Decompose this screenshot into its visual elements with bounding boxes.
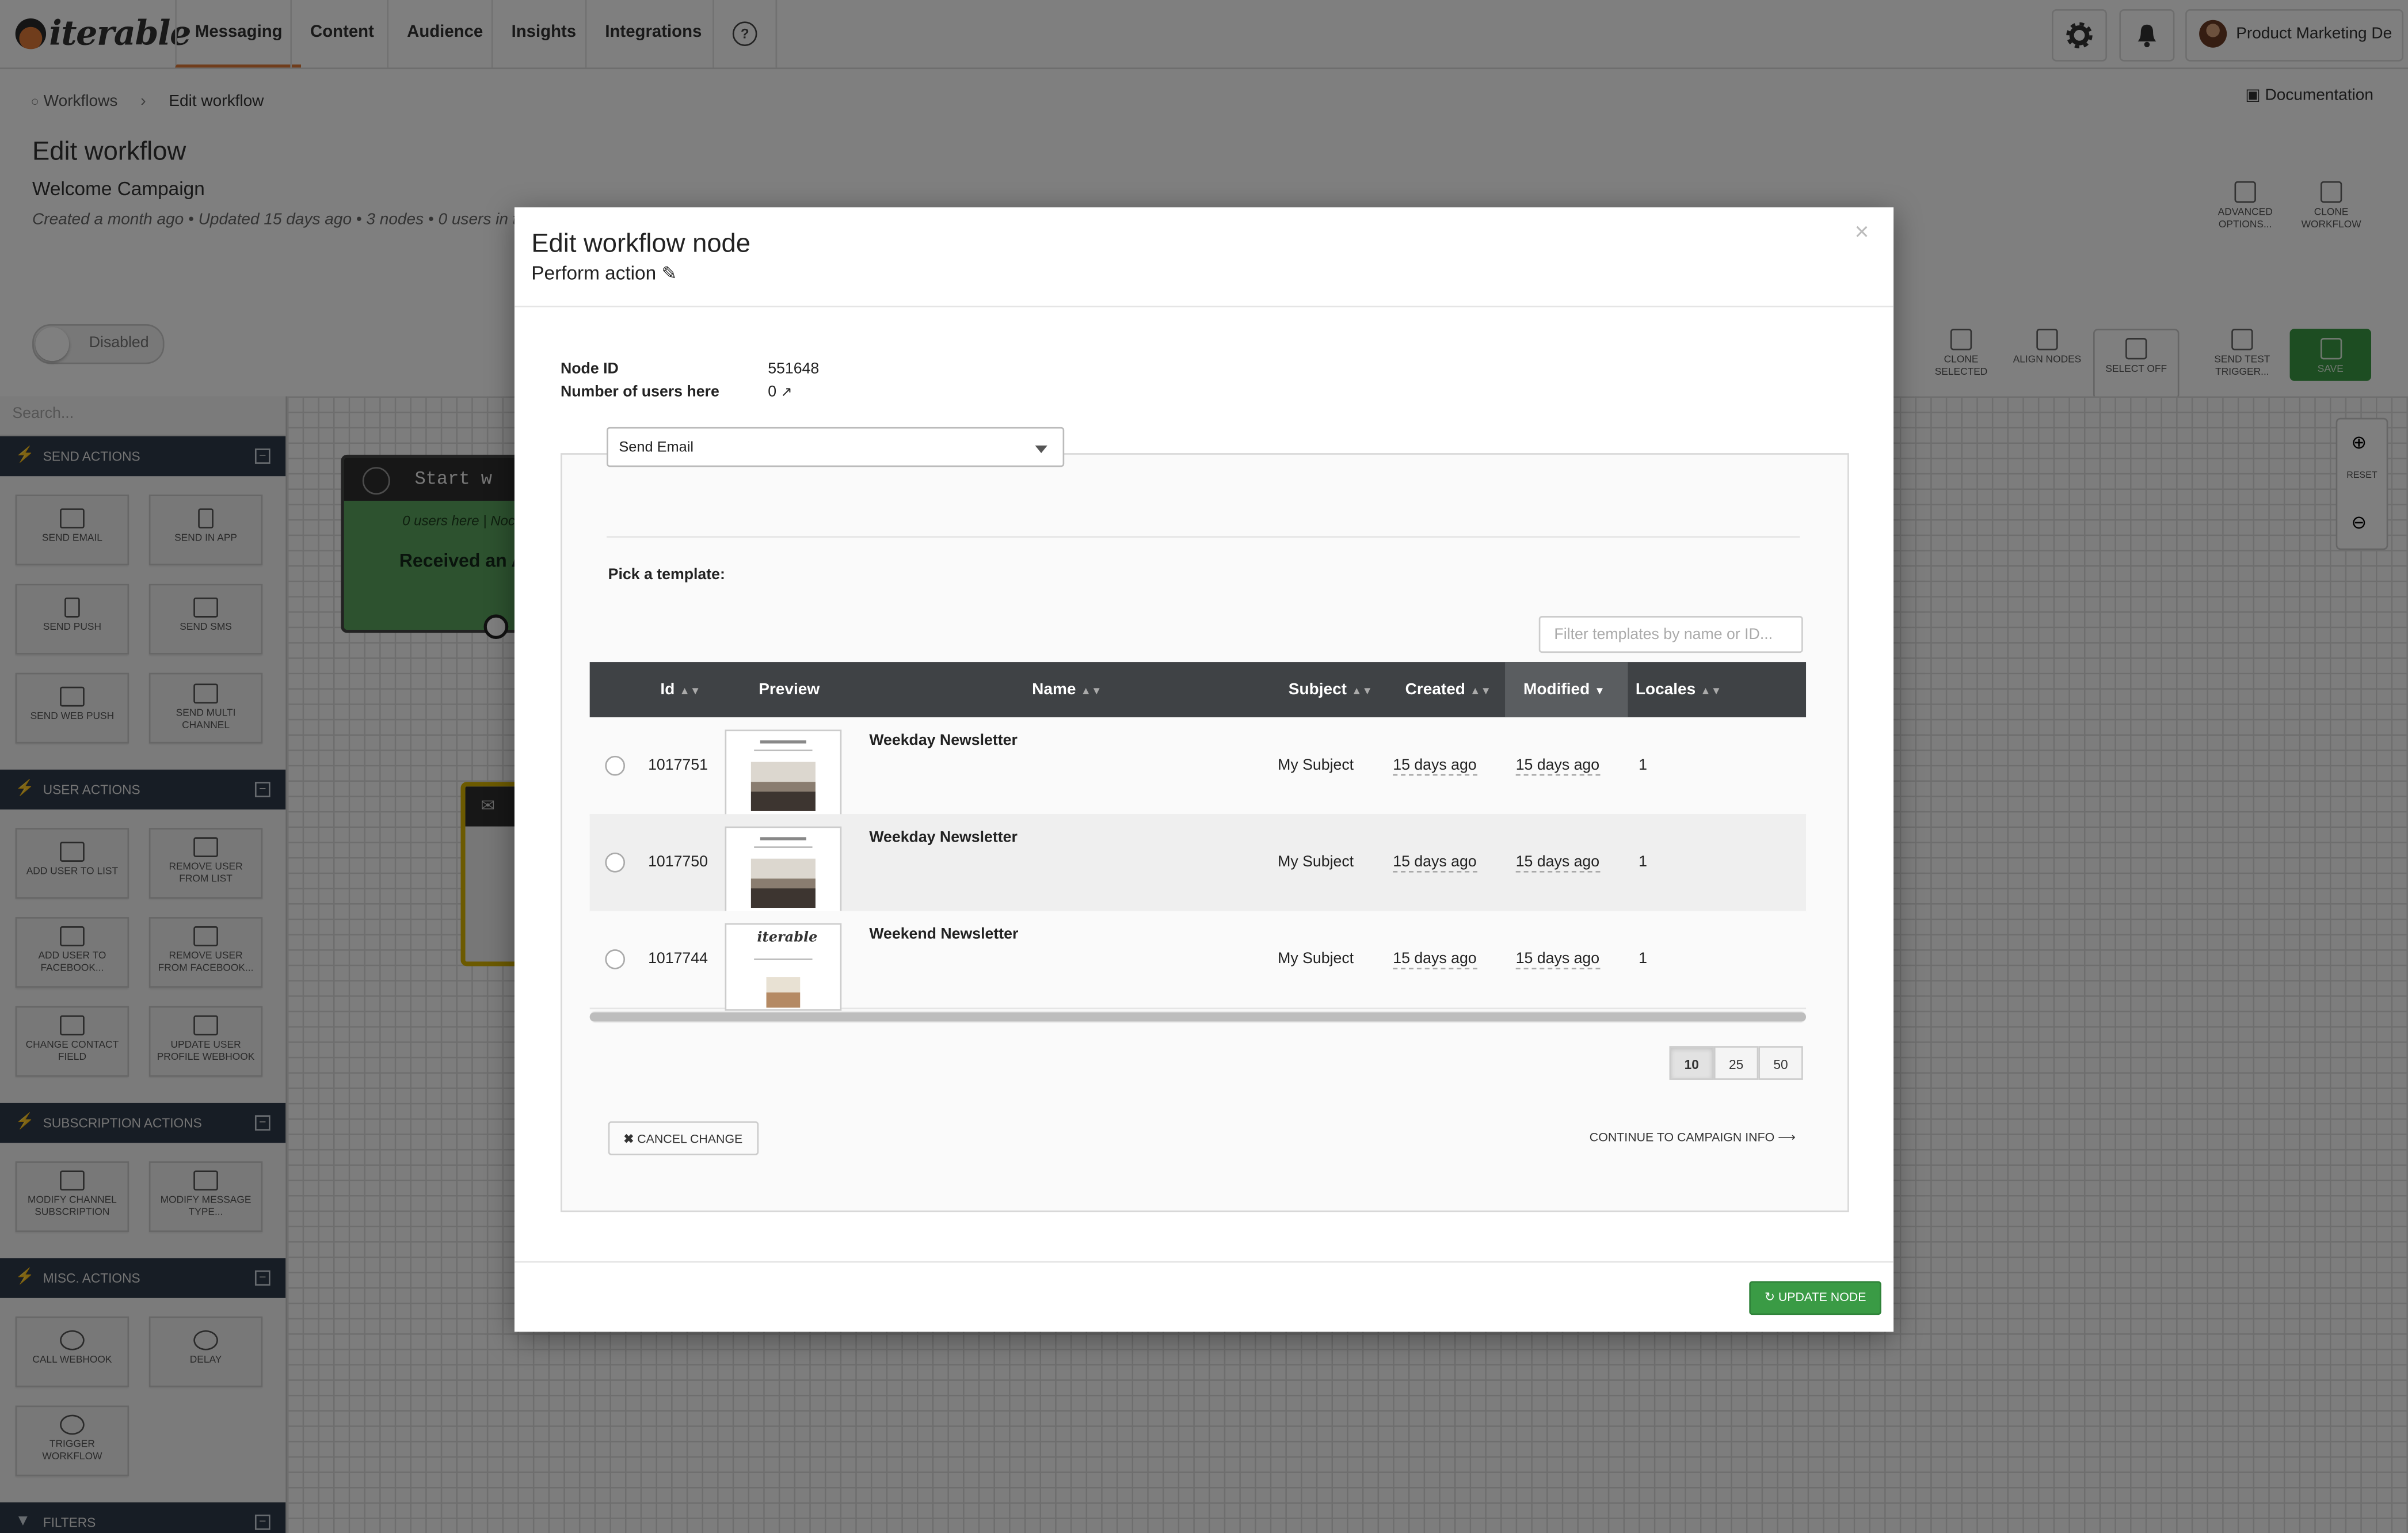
modal-header: Edit workflow node Perform action ✎ × bbox=[514, 207, 1894, 307]
template-name: Weekday Newsletter bbox=[869, 732, 1018, 750]
col-locales[interactable]: Locales ▲▼ bbox=[1636, 662, 1721, 717]
modal-footer: ↻ UPDATE NODE bbox=[514, 1261, 1894, 1333]
col-id[interactable]: Id ▲▼ bbox=[660, 662, 700, 717]
col-modified-label: Modified bbox=[1523, 680, 1590, 699]
template-locales: 1 bbox=[1639, 854, 1648, 871]
table-row[interactable]: 1017751 Weekday Newsletter My Subject 15… bbox=[589, 717, 1807, 817]
preview-image bbox=[750, 858, 816, 908]
page-size-10[interactable]: 10 bbox=[1669, 1046, 1714, 1080]
scrollbar-thumb[interactable] bbox=[589, 1012, 1807, 1022]
col-preview-label: Preview bbox=[759, 680, 820, 699]
modal-subtitle-text: Perform action bbox=[531, 263, 657, 284]
preview-text-line bbox=[754, 846, 813, 848]
refresh-icon: ↻ bbox=[1764, 1290, 1775, 1304]
row-select-radio[interactable] bbox=[605, 755, 626, 776]
col-modified[interactable]: Modified ▼ bbox=[1505, 662, 1628, 718]
action-type-value: Send Email bbox=[619, 439, 694, 457]
template-subject: My Subject bbox=[1278, 757, 1354, 774]
col-name-label: Name bbox=[1032, 680, 1076, 699]
preview-text-line bbox=[760, 740, 806, 744]
edit-node-modal: Edit workflow node Perform action ✎ × No… bbox=[514, 207, 1894, 1333]
divider bbox=[607, 536, 1800, 538]
sort-icon: ▲▼ bbox=[679, 686, 701, 698]
preview-text-line bbox=[754, 750, 813, 751]
x-icon: ✖ bbox=[623, 1132, 634, 1146]
col-subject[interactable]: Subject ▲▼ bbox=[1289, 662, 1373, 717]
preview-logo-text: iterable bbox=[757, 931, 818, 946]
preview-text-line bbox=[760, 837, 806, 840]
modal-title: Edit workflow node bbox=[531, 229, 751, 258]
template-locales: 1 bbox=[1639, 950, 1648, 968]
sort-icon: ▲▼ bbox=[1080, 686, 1102, 698]
template-subject: My Subject bbox=[1278, 950, 1354, 968]
update-node-button[interactable]: ↻ UPDATE NODE bbox=[1749, 1281, 1882, 1315]
continue-label: CONTINUE TO CAMPAIGN INFO bbox=[1589, 1130, 1775, 1144]
users-count-label: Number of users here bbox=[560, 384, 719, 401]
users-count[interactable]: 0 ↗ bbox=[768, 384, 792, 401]
template-table-header: Id ▲▼ Preview Name ▲▼ Subject ▲▼ Created ▲▼ … bbox=[589, 662, 1807, 718]
page-size-25[interactable]: 25 bbox=[1713, 1046, 1759, 1080]
cancel-change-button[interactable]: ✖ CANCEL CHANGE bbox=[608, 1121, 758, 1155]
node-id-value: 551648 bbox=[768, 361, 820, 378]
template-id: 1017751 bbox=[648, 757, 708, 774]
update-node-label: UPDATE NODE bbox=[1778, 1290, 1866, 1304]
row-select-radio[interactable] bbox=[605, 949, 626, 969]
sort-desc-icon: ▼ bbox=[1594, 686, 1605, 698]
template-name: Weekend Newsletter bbox=[869, 926, 1019, 944]
template-created: 15 days ago bbox=[1393, 758, 1477, 776]
preview-image bbox=[766, 977, 801, 1008]
caret-down-icon bbox=[1035, 445, 1047, 454]
users-count-value: 0 bbox=[768, 384, 777, 401]
template-preview[interactable] bbox=[725, 729, 842, 817]
template-modified: 15 days ago bbox=[1515, 758, 1600, 776]
table-horizontal-scrollbar[interactable] bbox=[589, 1010, 1807, 1024]
preview-image bbox=[750, 762, 816, 811]
template-preview[interactable]: iterable bbox=[725, 923, 842, 1011]
close-icon[interactable]: × bbox=[1855, 220, 1869, 248]
cancel-change-label: CANCEL CHANGE bbox=[637, 1132, 743, 1146]
sort-icon: ▲▼ bbox=[1469, 686, 1491, 698]
col-subject-label: Subject bbox=[1288, 680, 1347, 699]
external-link-icon[interactable]: ↗ bbox=[780, 384, 792, 400]
template-modified: 15 days ago bbox=[1515, 854, 1600, 873]
pick-template-label: Pick a template: bbox=[608, 566, 725, 584]
app-root: iterable Messaging Content Audience Insi… bbox=[0, 0, 2408, 1533]
sort-icon: ▲▼ bbox=[1700, 686, 1722, 698]
template-id: 1017744 bbox=[648, 950, 708, 968]
sort-icon: ▲▼ bbox=[1351, 686, 1373, 698]
template-preview[interactable] bbox=[725, 826, 842, 914]
page-size-50[interactable]: 50 bbox=[1758, 1046, 1803, 1080]
continue-to-campaign-info-link[interactable]: CONTINUE TO CAMPAIGN INFO ⟶ bbox=[1590, 1131, 1796, 1144]
template-locales: 1 bbox=[1639, 757, 1648, 774]
preview-text-line bbox=[754, 958, 813, 960]
template-modified: 15 days ago bbox=[1515, 951, 1600, 969]
col-locales-label: Locales bbox=[1635, 680, 1696, 699]
template-subject: My Subject bbox=[1278, 854, 1354, 871]
col-id-label: Id bbox=[660, 680, 675, 699]
col-created[interactable]: Created ▲▼ bbox=[1405, 662, 1491, 717]
modal-subtitle[interactable]: Perform action ✎ bbox=[531, 263, 677, 284]
template-filter-input[interactable]: Filter templates by name or ID... bbox=[1538, 616, 1803, 653]
col-name[interactable]: Name ▲▼ bbox=[1032, 662, 1102, 717]
template-name: Weekday Newsletter bbox=[869, 829, 1018, 847]
col-preview: Preview bbox=[759, 662, 820, 717]
node-id-label: Node ID bbox=[560, 361, 619, 378]
template-id: 1017750 bbox=[648, 854, 708, 871]
col-created-label: Created bbox=[1405, 680, 1465, 699]
action-type-select[interactable]: Send Email bbox=[607, 427, 1065, 467]
template-created: 15 days ago bbox=[1393, 951, 1477, 969]
table-row[interactable]: 1017750 Weekday Newsletter My Subject 15… bbox=[589, 814, 1807, 914]
edit-icon[interactable]: ✎ bbox=[661, 263, 677, 284]
arrow-right-icon: ⟶ bbox=[1778, 1130, 1796, 1144]
table-row[interactable]: 1017744 iterable Weekend Newsletter My S… bbox=[589, 911, 1807, 1011]
row-select-radio[interactable] bbox=[605, 852, 626, 873]
template-created: 15 days ago bbox=[1393, 854, 1477, 873]
